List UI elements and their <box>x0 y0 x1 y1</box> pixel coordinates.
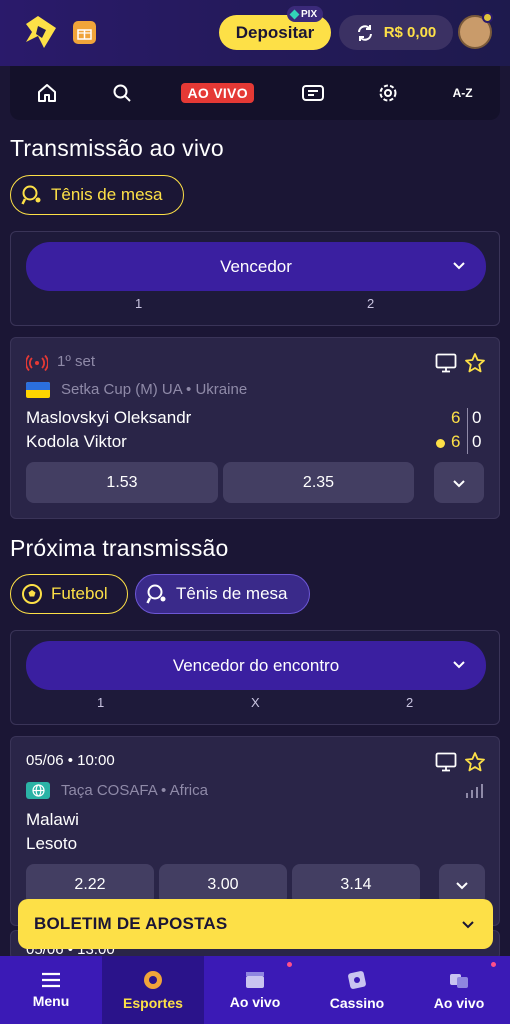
serve-indicator-icon <box>436 439 445 448</box>
team2-sets: 0 <box>472 432 482 451</box>
team2-name: Lesoto <box>26 834 78 853</box>
market-select-live[interactable]: Vencedor <box>26 242 486 291</box>
table-tennis-icon <box>146 584 166 604</box>
team1-set-score: 6 <box>451 408 461 427</box>
bottom-nav-label: Ao vivo <box>433 995 485 1011</box>
match-league-line: Setka Cup (M) UA • Ukraine <box>61 381 248 398</box>
chevron-down-icon <box>453 661 465 669</box>
ticket-icon[interactable] <box>298 78 328 108</box>
table-tennis-icon <box>21 185 41 205</box>
ukraine-flag-icon <box>26 382 50 398</box>
bottom-nav-label: Menu <box>32 993 70 1009</box>
match-region: Ukraine <box>195 381 248 398</box>
match-period: 1º set <box>57 353 95 370</box>
bottom-nav: Menu Esportes Ao vivo Cassino Ao vivo <box>0 956 510 1024</box>
match-region: Africa <box>169 782 208 799</box>
gift-icon[interactable] <box>73 21 96 44</box>
chevron-down-icon <box>453 479 465 487</box>
az-sort-button[interactable]: A-Z <box>448 78 478 108</box>
more-markets-button[interactable] <box>434 462 484 503</box>
bottom-nav-menu[interactable]: Menu <box>0 956 102 1024</box>
bottom-nav-live[interactable]: Ao vivo <box>204 956 306 1024</box>
chip-label: Tênis de mesa <box>51 185 163 204</box>
top-bar: Depositar PIX R$ 0,00 <box>0 0 510 66</box>
chevron-down-icon <box>453 262 465 270</box>
monitor-icon[interactable] <box>435 353 457 373</box>
chevron-down-icon <box>456 881 468 889</box>
odd-button-1[interactable]: 1.53 <box>26 462 218 503</box>
match-league: Taça COSAFA <box>61 782 157 799</box>
col-label-x: X <box>251 695 260 710</box>
chip-football[interactable]: Futebol <box>10 574 128 614</box>
pix-label: PIX <box>301 8 318 20</box>
dice-icon <box>450 974 468 988</box>
monitor-icon[interactable] <box>435 752 457 772</box>
chip-label: Tênis de mesa <box>176 584 288 603</box>
balance-button[interactable]: R$ 0,00 <box>339 15 453 50</box>
star-favorite-icon[interactable] <box>464 352 486 374</box>
bottom-nav-label: Ao vivo <box>229 994 281 1010</box>
team2-name: Kodola Viktor <box>26 432 127 451</box>
bet-slip-label: BOLETIM DE APOSTAS <box>34 914 228 933</box>
bottom-nav-sports[interactable]: Esportes <box>102 956 204 1024</box>
refresh-icon[interactable] <box>356 24 374 42</box>
match-datetime: 05/06 • 10:00 <box>26 752 115 769</box>
stats-bars-icon[interactable] <box>465 783 483 799</box>
live-clapper-icon <box>246 972 264 988</box>
market-select-upcoming[interactable]: Vencedor do encontro <box>26 641 486 690</box>
match-league: Setka Cup (M) UA <box>61 381 182 398</box>
balance-amount: R$ 0,00 <box>383 24 437 41</box>
globe-icon <box>26 782 50 799</box>
live-section-title: Transmissão ao vivo <box>10 135 224 161</box>
odd-button-2[interactable]: 2.35 <box>223 462 414 503</box>
chip-table-tennis-upcoming[interactable]: Tênis de mesa <box>135 574 310 614</box>
col-label-1: 1 <box>97 695 105 710</box>
hamburger-menu-icon <box>42 972 60 988</box>
market-select-label: Vencedor do encontro <box>172 655 340 675</box>
score-divider <box>467 408 468 454</box>
notification-dot <box>482 12 493 23</box>
live-match-card[interactable]: 1º set Setka Cup (M) UA • Ukraine Maslov… <box>10 337 500 519</box>
team1-sets: 0 <box>472 408 482 427</box>
bottom-nav-label: Esportes <box>123 995 183 1011</box>
market-select-label: Vencedor <box>220 256 292 276</box>
market-panel-live: Vencedor 1 2 <box>10 231 500 326</box>
live-tab[interactable]: AO VIVO <box>181 83 254 103</box>
chip-label: Futebol <box>51 584 108 603</box>
notification-dot <box>287 962 292 967</box>
upcoming-match-card[interactable]: 05/06 • 10:00 Taça COSAFA • Africa Malaw… <box>10 736 500 926</box>
star-favorite-icon[interactable] <box>464 751 486 773</box>
bottom-nav-label: Cassino <box>329 995 385 1011</box>
upcoming-section-title: Próxima transmissão <box>10 535 229 561</box>
col-label-2: 2 <box>406 695 414 710</box>
chip-table-tennis-live[interactable]: Tênis de mesa <box>10 175 184 215</box>
col-label-1: 1 <box>135 296 143 311</box>
match-league-line: Taça COSAFA • Africa <box>61 782 208 799</box>
sports-nav-bar: AO VIVO A-Z <box>10 66 500 120</box>
market-panel-upcoming: Vencedor do encontro 1 X 2 <box>10 630 500 725</box>
casino-chip-icon <box>348 971 366 989</box>
live-broadcast-icon <box>26 355 48 371</box>
bottom-nav-casino[interactable]: Cassino <box>306 956 408 1024</box>
sports-ball-icon <box>144 971 162 989</box>
team2-set-score: 6 <box>451 432 461 451</box>
bottom-nav-live-casino[interactable]: Ao vivo <box>408 956 510 1024</box>
pix-badge: PIX <box>287 6 324 22</box>
team1-name: Malawi <box>26 810 79 829</box>
football-icon <box>22 584 42 604</box>
pix-icon <box>289 9 300 19</box>
brand-logo-icon[interactable] <box>22 14 60 50</box>
home-icon[interactable] <box>32 78 62 108</box>
chevron-down-icon <box>462 921 474 929</box>
team1-name: Maslovskyi Oleksandr <box>26 408 192 427</box>
notification-dot <box>491 962 496 967</box>
bet-slip-bar[interactable]: BOLETIM DE APOSTAS <box>18 899 493 949</box>
settings-gear-icon[interactable] <box>373 78 403 108</box>
search-icon[interactable] <box>107 78 137 108</box>
col-label-2: 2 <box>367 296 375 311</box>
